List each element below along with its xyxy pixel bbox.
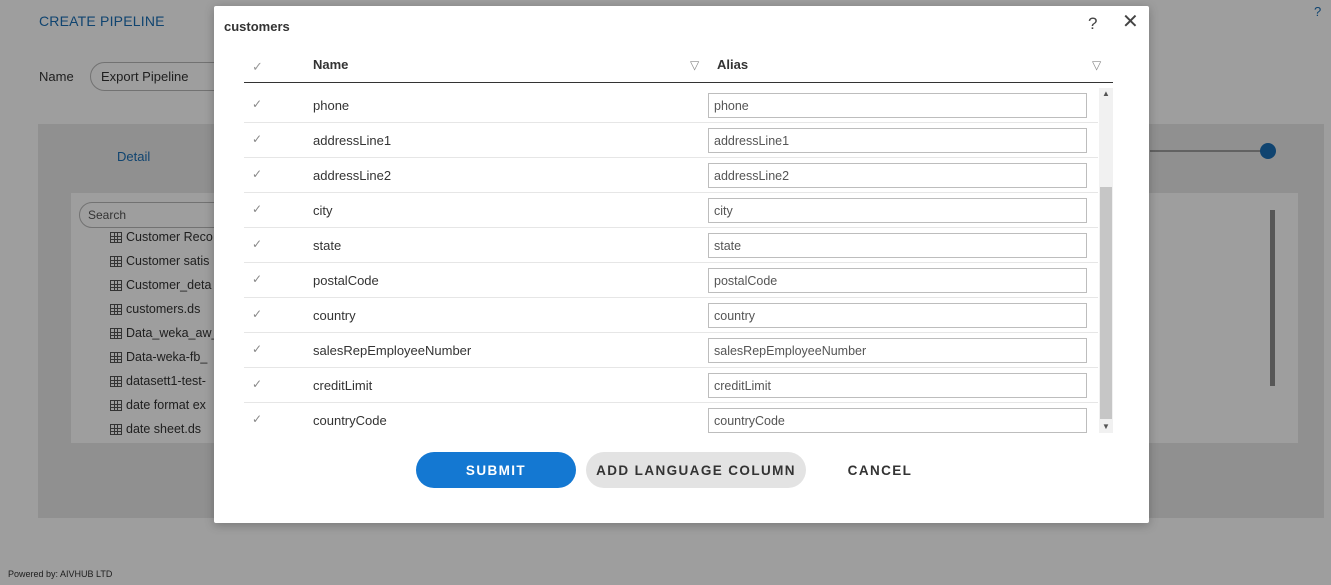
row-check-icon[interactable]: ✓ (252, 272, 262, 286)
column-name: addressLine1 (313, 133, 392, 148)
row-check-icon[interactable]: ✓ (252, 412, 262, 426)
grid-body: ✓ phone ✓ addressLine1 ✓ addressLine2 ✓ city ✓ st… (244, 88, 1098, 433)
row-check-icon[interactable]: ✓ (252, 97, 262, 111)
alias-input[interactable] (708, 198, 1087, 223)
alias-input[interactable] (708, 93, 1087, 118)
column-name: countryCode (313, 413, 387, 428)
close-icon[interactable]: ✕ (1122, 12, 1139, 32)
submit-button[interactable]: SUBMIT (416, 452, 576, 488)
column-name: city (313, 203, 333, 218)
columns-dialog: customers ? ✕ ✓ Name ▽ Alias ▽ ✓ phone ✓ ad… (214, 6, 1149, 523)
column-name: addressLine2 (313, 168, 392, 183)
grid-scrollbar[interactable]: ▲ ▼ (1099, 88, 1113, 433)
row-check-icon[interactable]: ✓ (252, 342, 262, 356)
column-header-name[interactable]: Name (313, 57, 348, 72)
name-filter-icon[interactable]: ▽ (690, 58, 699, 72)
alias-input[interactable] (708, 303, 1087, 328)
table-row[interactable]: ✓ addressLine2 (244, 158, 1098, 193)
alias-filter-icon[interactable]: ▽ (1092, 58, 1101, 72)
column-header-alias[interactable]: Alias (717, 57, 748, 72)
row-check-icon[interactable]: ✓ (252, 132, 262, 146)
column-name: country (313, 308, 356, 323)
alias-input[interactable] (708, 268, 1087, 293)
table-row[interactable]: ✓ phone (244, 88, 1098, 123)
row-check-icon[interactable]: ✓ (252, 377, 262, 391)
alias-input[interactable] (708, 163, 1087, 188)
table-row[interactable]: ✓ state (244, 228, 1098, 263)
add-language-column-button[interactable]: ADD LANGUAGE COLUMN (586, 452, 806, 488)
column-name: creditLimit (313, 378, 373, 393)
scroll-up-icon[interactable]: ▲ (1102, 89, 1110, 98)
column-name: postalCode (313, 273, 379, 288)
columns-grid: ✓ Name ▽ Alias ▽ ✓ phone ✓ addressLine1 ✓ add… (244, 47, 1113, 433)
table-row[interactable]: ✓ addressLine1 (244, 123, 1098, 158)
column-name: state (313, 238, 342, 253)
dialog-title: customers (224, 19, 290, 34)
alias-input[interactable] (708, 338, 1087, 363)
alias-input[interactable] (708, 408, 1087, 433)
select-all-check-icon[interactable]: ✓ (252, 59, 263, 75)
scroll-thumb[interactable] (1100, 187, 1112, 419)
dialog-help-icon[interactable]: ? (1088, 14, 1097, 34)
row-check-icon[interactable]: ✓ (252, 237, 262, 251)
table-row[interactable]: ✓ countryCode (244, 403, 1098, 433)
table-row[interactable]: ✓ city (244, 193, 1098, 228)
column-name: phone (313, 98, 350, 113)
alias-input[interactable] (708, 233, 1087, 258)
table-row[interactable]: ✓ creditLimit (244, 368, 1098, 403)
alias-input[interactable] (708, 373, 1087, 398)
table-row[interactable]: ✓ country (244, 298, 1098, 333)
row-check-icon[interactable]: ✓ (252, 167, 262, 181)
table-row[interactable]: ✓ salesRepEmployeeNumber (244, 333, 1098, 368)
table-row[interactable]: ✓ postalCode (244, 263, 1098, 298)
row-check-icon[interactable]: ✓ (252, 307, 262, 321)
row-check-icon[interactable]: ✓ (252, 202, 262, 216)
column-name: salesRepEmployeeNumber (313, 343, 472, 358)
scroll-down-icon[interactable]: ▼ (1102, 422, 1110, 431)
grid-header: ✓ Name ▽ Alias ▽ (244, 47, 1113, 83)
alias-input[interactable] (708, 128, 1087, 153)
cancel-button[interactable]: CANCEL (814, 452, 946, 488)
